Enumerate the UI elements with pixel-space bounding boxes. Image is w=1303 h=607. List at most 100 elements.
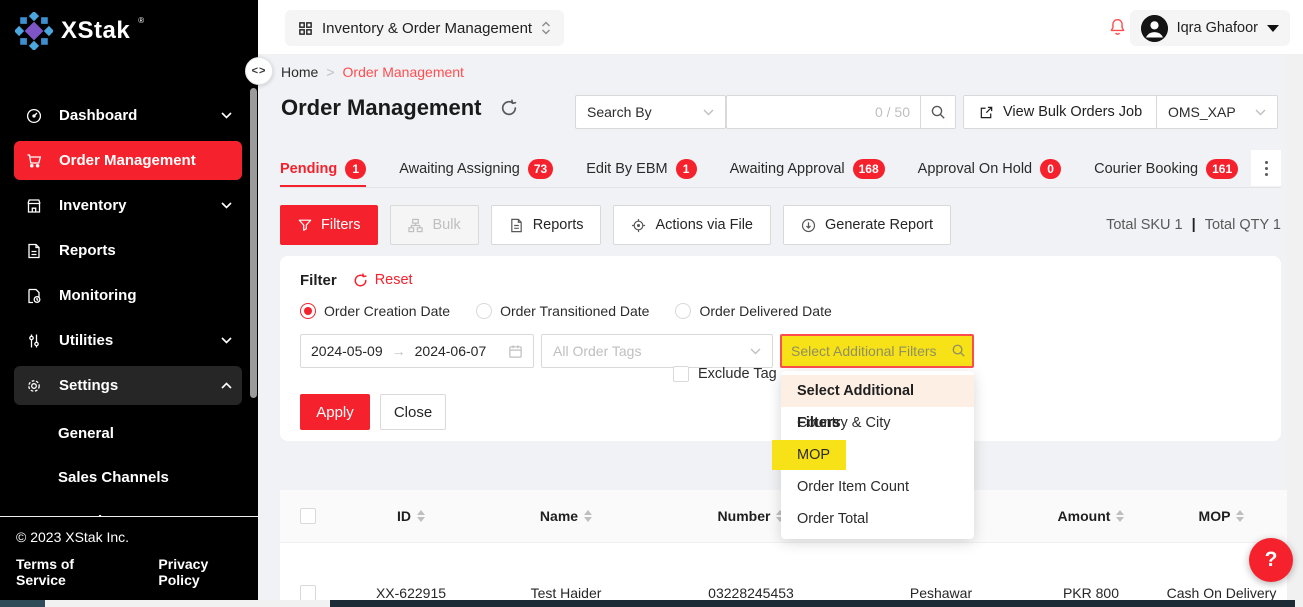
dropdown-item-country-city[interactable]: Country & City (781, 407, 974, 439)
file-icon (509, 218, 524, 233)
radio-order-creation-date[interactable]: Order Creation Date (300, 303, 450, 319)
chevron-down-icon (221, 112, 232, 119)
dropdown-item-order-item-count[interactable]: Order Item Count (781, 471, 974, 503)
horizontal-scrollbar[interactable] (0, 600, 1303, 607)
sidebar-item-utilities[interactable]: Utilities (14, 321, 242, 360)
reset-button[interactable]: Reset (353, 272, 413, 288)
app-switcher-dropdown[interactable]: Inventory & Order Management (285, 10, 564, 46)
column-header-name[interactable]: Name (486, 508, 646, 524)
dropdown-item-select-additional-filters[interactable]: Select Additional Filters (781, 375, 974, 407)
notification-bell-icon[interactable] (1108, 17, 1127, 37)
external-link-icon (979, 105, 994, 120)
sidebar-item-dashboard[interactable]: Dashboard (14, 96, 242, 135)
tab-approval-on-hold[interactable]: Approval On Hold 0 (918, 150, 1061, 187)
sidebar-subitem-general[interactable]: General (0, 411, 258, 455)
tab-awaiting-approval[interactable]: Awaiting Approval 168 (730, 150, 885, 187)
tab-edit-by-ebm[interactable]: Edit By EBM 1 (586, 150, 696, 187)
radio-icon (675, 303, 691, 319)
order-tags-select[interactable]: All Order Tags (541, 334, 773, 368)
tab-count-badge: 161 (1206, 159, 1238, 179)
cart-icon (26, 153, 42, 169)
cell-name: Test Haider (486, 585, 646, 601)
sidebar-item-reports[interactable]: Reports (14, 231, 242, 270)
filters-button[interactable]: Filters (280, 205, 378, 245)
sidebar-scrollbar-thumb[interactable] (250, 88, 257, 398)
tab-courier-booking[interactable]: Courier Booking 161 (1094, 150, 1238, 187)
total-qty: Total QTY 1 (1205, 217, 1281, 233)
view-bulk-orders-job-label: View Bulk Orders Job (1003, 104, 1142, 120)
dropdown-item-order-total[interactable]: Order Total (781, 503, 974, 535)
dropdown-item-label: Order Item Count (797, 479, 909, 495)
dropdown-item-label: Country & City (797, 415, 890, 431)
vertical-scrollbar[interactable] (1287, 55, 1303, 600)
reports-button[interactable]: Reports (491, 205, 602, 245)
horizontal-scrollbar-thumb[interactable] (330, 600, 1295, 607)
tab-label: Edit By EBM (586, 161, 667, 177)
actions-via-file-button[interactable]: Actions via File (613, 205, 771, 245)
sliders-icon (26, 333, 42, 349)
search-button[interactable] (920, 95, 956, 129)
chevron-down-icon (1255, 109, 1266, 116)
collapse-icon: <> (252, 65, 267, 77)
sidebar-item-order-management[interactable]: Order Management (14, 141, 242, 180)
additional-filters-input[interactable] (780, 334, 974, 368)
search-counter: 0 / 50 (875, 104, 910, 120)
sidebar-subitem-sales-channels[interactable]: Sales Channels (0, 455, 258, 499)
dropdown-item-mop[interactable]: MOP (781, 439, 974, 471)
search-by-select[interactable]: Search By (575, 95, 726, 129)
refresh-icon[interactable] (500, 99, 518, 117)
user-menu[interactable]: Iqra Ghafoor (1130, 10, 1290, 46)
sidebar-collapse-button[interactable]: <> (245, 57, 273, 85)
column-header-id[interactable]: ID (336, 508, 486, 524)
close-button[interactable]: Close (380, 394, 446, 430)
download-circle-icon (801, 218, 816, 233)
tabs-overflow-button[interactable] (1251, 150, 1281, 186)
view-bulk-orders-job-button[interactable]: View Bulk Orders Job (963, 95, 1158, 129)
exclude-tag-checkbox[interactable]: Exclude Tag (673, 366, 777, 382)
chevron-down-icon (750, 348, 761, 355)
sidebar-item-monitoring[interactable]: Monitoring (14, 276, 242, 315)
help-button[interactable]: ? (1249, 538, 1293, 582)
column-label: Amount (1058, 508, 1111, 524)
search-input[interactable]: 0 / 50 (726, 95, 921, 129)
tab-awaiting-assigning[interactable]: Awaiting Assigning 73 (399, 150, 553, 187)
terms-of-service-link[interactable]: Terms of Service (16, 556, 114, 588)
sidebar-item-settings[interactable]: Settings (14, 366, 242, 405)
row-checkbox[interactable] (300, 585, 316, 601)
filter-panel-title: Filter (300, 272, 337, 289)
bulk-button[interactable]: Bulk (390, 205, 478, 245)
date-range-arrow: → (392, 343, 406, 359)
channel-value: OMS_XAP (1168, 104, 1236, 120)
column-header-amount[interactable]: Amount (1026, 508, 1156, 524)
column-label: ID (397, 508, 411, 524)
sidebar-item-label: Monitoring (59, 287, 136, 304)
radio-order-transitioned-date[interactable]: Order Transitioned Date (476, 303, 649, 319)
order-tags-placeholder: All Order Tags (553, 343, 641, 359)
app-grid-icon (298, 21, 313, 36)
breadcrumb-home-link[interactable]: Home (281, 64, 318, 80)
funnel-icon (298, 218, 312, 232)
user-name: Iqra Ghafoor (1177, 20, 1258, 36)
generate-report-label: Generate Report (825, 217, 933, 233)
cell-amount: PKR 800 (1026, 585, 1156, 601)
caret-down-icon (1267, 25, 1279, 32)
channel-select[interactable]: OMS_XAP (1156, 95, 1278, 129)
privacy-policy-link[interactable]: Privacy Policy (158, 556, 242, 588)
tab-pending[interactable]: Pending 1 (280, 150, 366, 187)
column-header-mop[interactable]: MOP (1156, 508, 1287, 524)
tab-count-badge: 168 (853, 159, 885, 179)
apply-button[interactable]: Apply (300, 394, 370, 430)
chevron-down-icon (703, 109, 714, 116)
tab-count-badge: 73 (528, 159, 553, 179)
xstak-logo[interactable]: XStak ® (0, 0, 258, 50)
sidebar-item-label: Order Management (59, 152, 196, 169)
horizontal-scrollbar-thumb-left[interactable] (0, 600, 45, 607)
table-row[interactable]: XX-622915 Test Haider 03228245453 Peshaw… (280, 543, 1287, 607)
date-range-picker[interactable]: 2024-05-09 → 2024-06-07 (300, 334, 534, 368)
subitem-label: Sales Channels (58, 469, 169, 486)
select-all-checkbox[interactable] (300, 508, 316, 524)
sidebar-item-inventory[interactable]: Inventory (14, 186, 242, 225)
topbar: Inventory & Order Management Iqra Ghafoo… (258, 0, 1303, 55)
radio-order-delivered-date[interactable]: Order Delivered Date (675, 303, 831, 319)
generate-report-button[interactable]: Generate Report (783, 205, 951, 245)
